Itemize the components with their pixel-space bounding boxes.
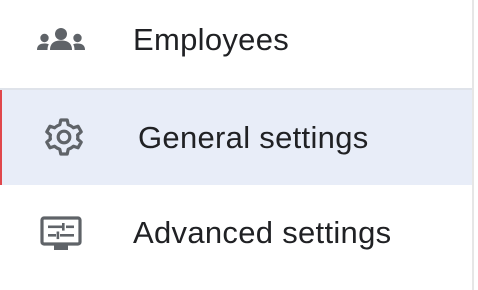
nav-item-advanced-settings[interactable]: Advanced settings	[0, 185, 472, 285]
nav-item-employees[interactable]: Employees	[0, 0, 472, 88]
settings-nav: Employees General settings Advanced sett…	[0, 0, 478, 290]
people-icon	[35, 20, 87, 64]
panel-border	[472, 0, 474, 290]
nav-item-label: Advanced settings	[133, 215, 392, 250]
nav-item-label: Employees	[133, 22, 290, 57]
nav-item-general-settings[interactable]: General settings	[0, 90, 472, 185]
active-indicator	[0, 90, 2, 185]
gear-icon	[38, 115, 90, 159]
settings-panel-icon	[36, 213, 88, 257]
nav-item-label: General settings	[138, 120, 369, 155]
